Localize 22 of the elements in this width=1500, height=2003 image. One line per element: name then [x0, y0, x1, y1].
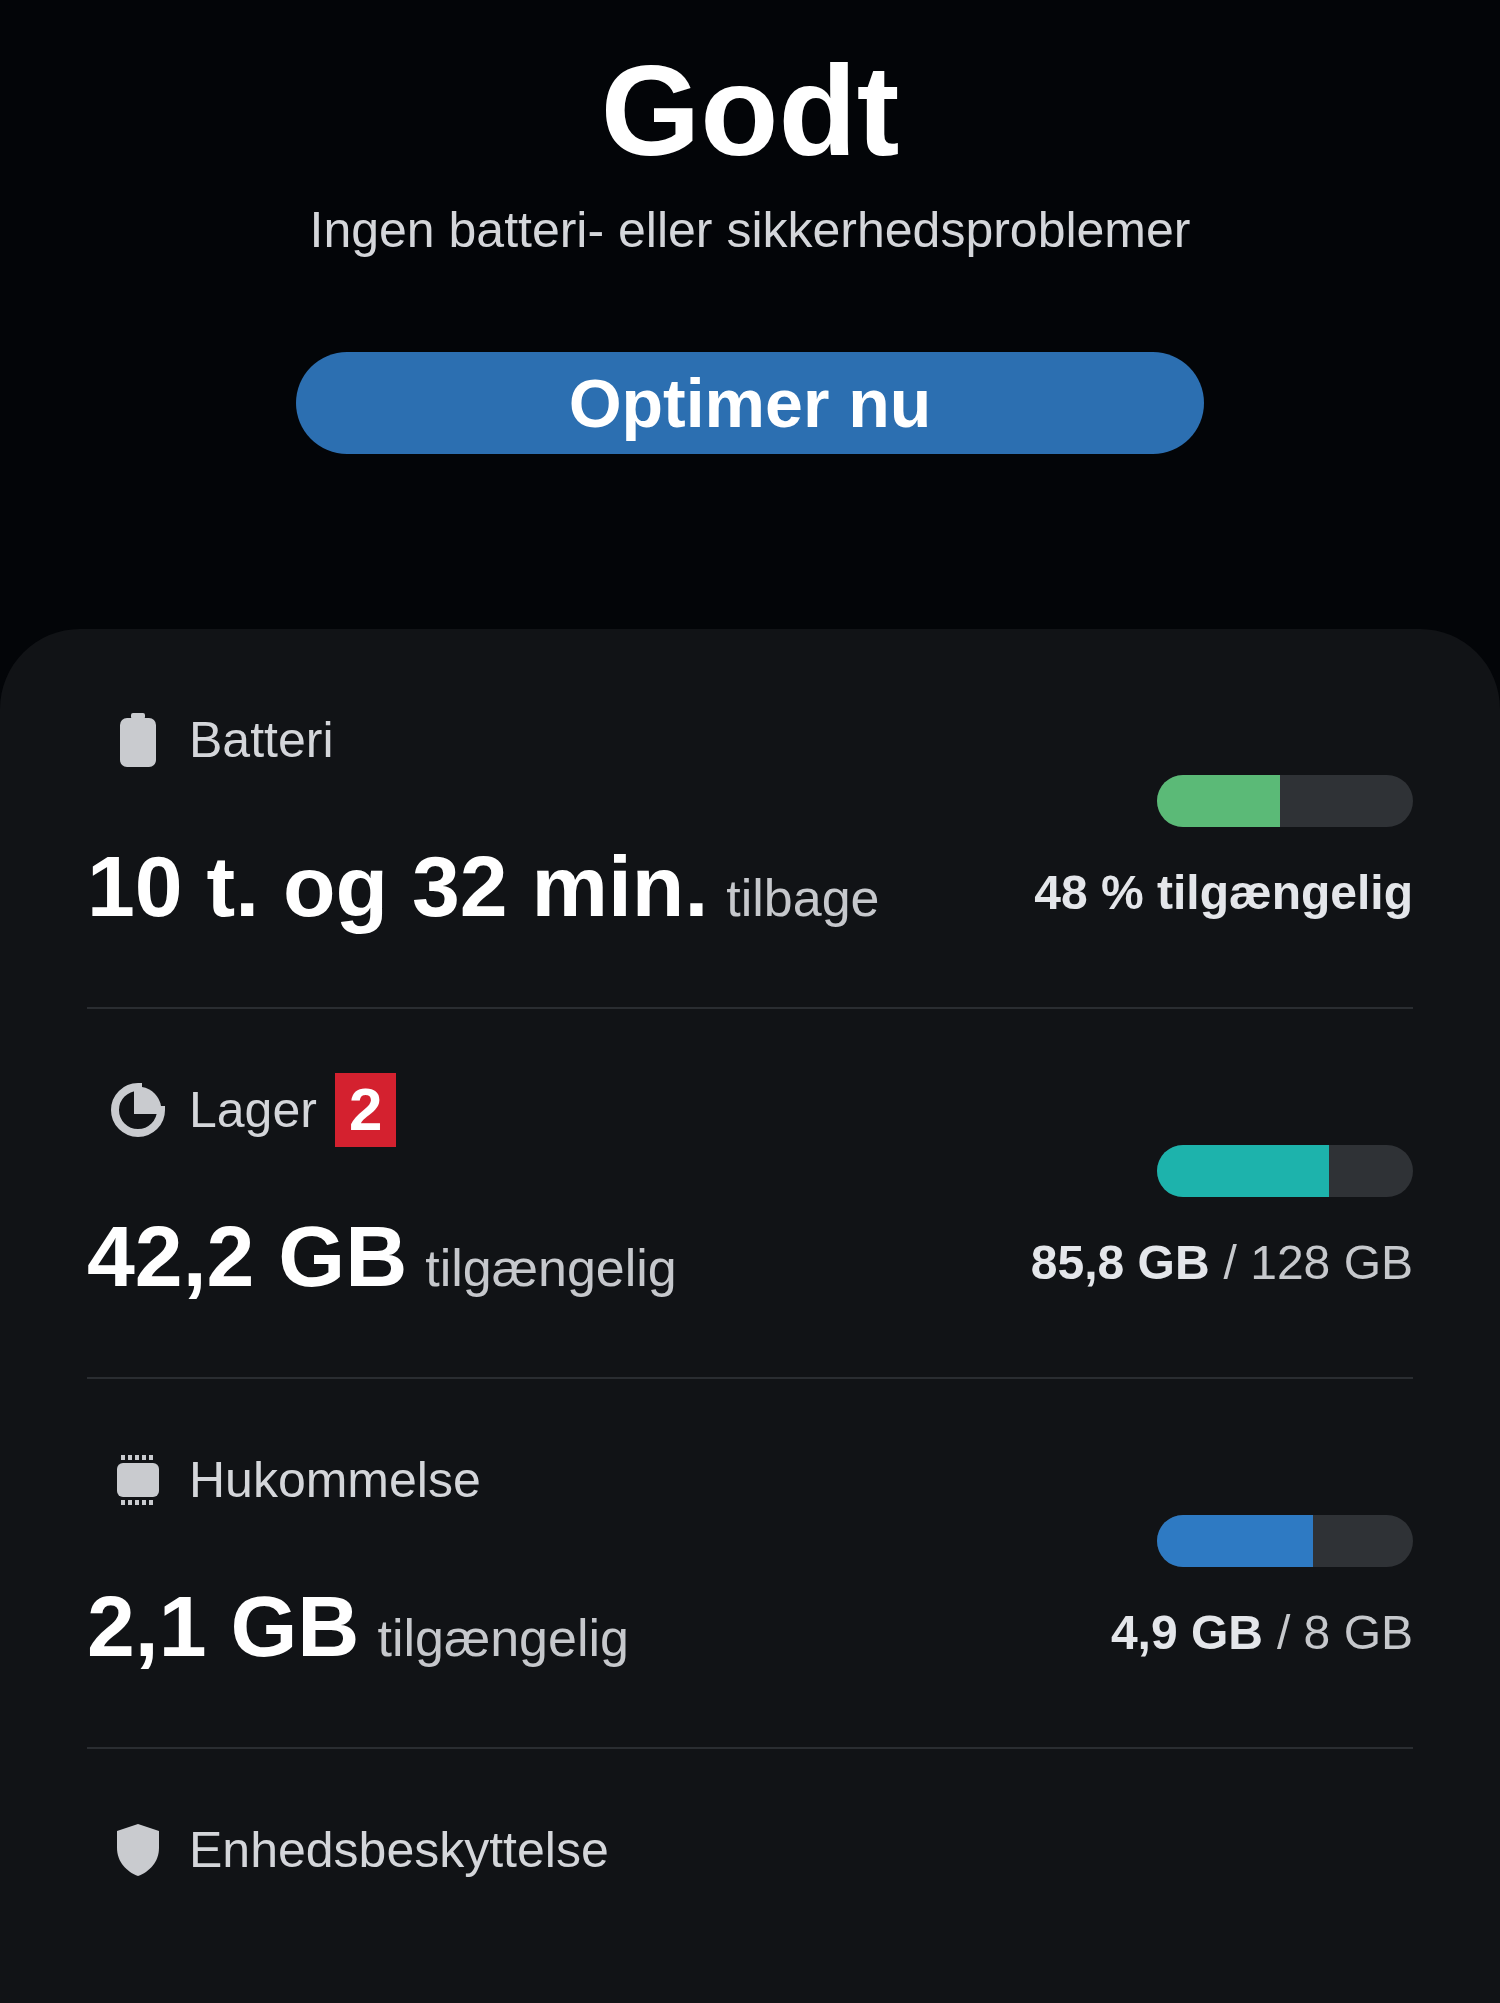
item-value: 2,1 GB: [87, 1577, 360, 1676]
status-subtitle: Ingen batteri- eller sikkerhedsproblemer: [309, 201, 1191, 260]
used-amount: 85,8 GB: [1030, 1235, 1210, 1291]
item-value-suffix: tilbage: [726, 868, 880, 929]
item-label: Enhedsbeskyttelse: [189, 1820, 609, 1880]
item-value-suffix: tilgængelig: [425, 1238, 677, 1299]
optimize-button[interactable]: Optimer nu: [296, 352, 1204, 454]
item-value: 42,2 GB: [87, 1207, 408, 1306]
item-value-suffix: tilgængelig: [377, 1608, 629, 1669]
shield-icon: [115, 1822, 161, 1878]
status-title: Godt: [600, 38, 900, 184]
item-label: Batteri: [189, 710, 334, 770]
total-amount: / 8 GB: [1276, 1605, 1413, 1661]
item-label: Hukommelse: [189, 1450, 481, 1510]
battery-icon: [118, 713, 158, 767]
pie-chart-icon: [111, 1083, 165, 1137]
total-amount: / 128 GB: [1223, 1235, 1413, 1291]
item-label: Lager: [189, 1080, 317, 1140]
used-amount: 4,9 GB: [1110, 1605, 1263, 1661]
number-marker: 2: [334, 1073, 397, 1147]
item-value: 10 t. og 32 min.: [87, 837, 709, 936]
usage-caption: 48 % tilgængelig: [1034, 865, 1413, 921]
